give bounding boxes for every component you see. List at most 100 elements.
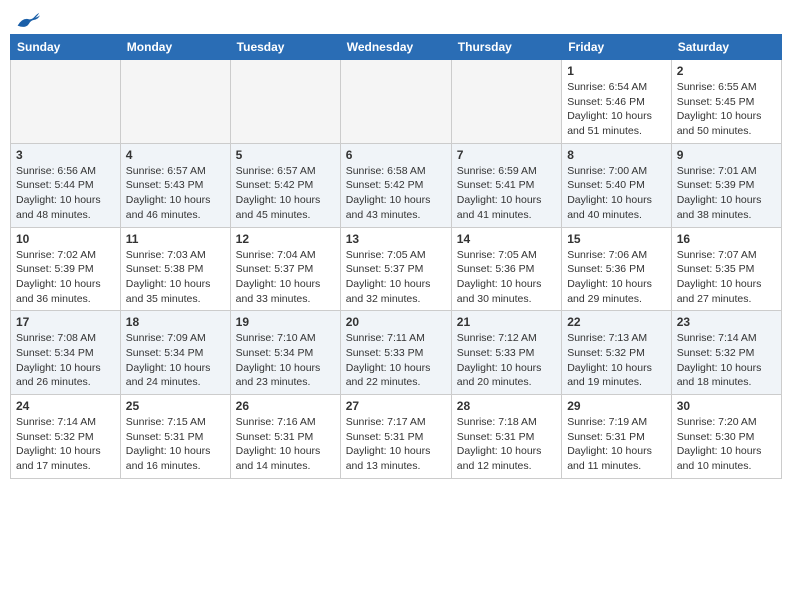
day-number: 6 — [346, 148, 446, 162]
calendar-day: 12 Sunrise: 7:04 AMSunset: 5:37 PMDayligh… — [230, 227, 340, 311]
calendar-day: 19Sunrise: 7:10 AMSunset: 5:34 PMDayligh… — [230, 311, 340, 395]
day-info: Sunrise: 7:14 AMSunset: 5:32 PMDaylight:… — [677, 331, 776, 390]
day-number: 8 — [567, 148, 666, 162]
calendar-day: 21 Sunrise: 7:12 AMSunset: 5:33 PMDayligh… — [451, 311, 561, 395]
day-info: Sunrise: 7:12 AMSunset: 5:33 PMDaylight:… — [457, 331, 556, 390]
day-info: Sunrise: 7:18 AMSunset: 5:31 PMDaylight:… — [457, 415, 556, 474]
calendar-day: 25 Sunrise: 7:15 AMSunset: 5:31 PMDayligh… — [120, 395, 230, 479]
calendar-day — [340, 60, 451, 144]
calendar-day — [230, 60, 340, 144]
day-number: 9 — [677, 148, 776, 162]
day-number: 16 — [677, 232, 776, 246]
day-number: 12 — [236, 232, 335, 246]
calendar-day: 22 Sunrise: 7:13 AMSunset: 5:32 PMDayligh… — [562, 311, 672, 395]
day-info: Sunrise: 7:19 AMSunset: 5:31 PMDaylight:… — [567, 415, 666, 474]
calendar-header-row: SundayMondayTuesdayWednesdayThursdayFrid… — [11, 35, 782, 60]
page-header — [10, 10, 782, 26]
day-info: Sunrise: 7:01 AMSunset: 5:39 PMDaylight:… — [677, 164, 776, 223]
day-info: Sunrise: 6:54 AMSunset: 5:46 PMDaylight:… — [567, 80, 666, 139]
calendar-week-3: 10 Sunrise: 7:02 AMSunset: 5:39 PMDayligh… — [11, 227, 782, 311]
day-info: Sunrise: 7:13 AMSunset: 5:32 PMDaylight:… — [567, 331, 666, 390]
calendar-day: 1 Sunrise: 6:54 AMSunset: 5:46 PMDaylight… — [562, 60, 672, 144]
calendar-day: 9 Sunrise: 7:01 AMSunset: 5:39 PMDaylight… — [671, 143, 781, 227]
calendar-day: 3 Sunrise: 6:56 AMSunset: 5:44 PMDaylight… — [11, 143, 121, 227]
weekday-header-friday: Friday — [562, 35, 672, 60]
calendar-day: 15 Sunrise: 7:06 AMSunset: 5:36 PMDayligh… — [562, 227, 672, 311]
day-info: Sunrise: 7:15 AMSunset: 5:31 PMDaylight:… — [126, 415, 225, 474]
calendar-day: 17Sunrise: 7:08 AMSunset: 5:34 PMDayligh… — [11, 311, 121, 395]
day-number: 26 — [236, 399, 335, 413]
day-info: Sunrise: 7:11 AMSunset: 5:33 PMDaylight:… — [346, 331, 446, 390]
calendar-day: 30 Sunrise: 7:20 AMSunset: 5:30 PMDayligh… — [671, 395, 781, 479]
calendar-day: 11 Sunrise: 7:03 AMSunset: 5:38 PMDayligh… — [120, 227, 230, 311]
calendar-week-2: 3 Sunrise: 6:56 AMSunset: 5:44 PMDaylight… — [11, 143, 782, 227]
day-info: Sunrise: 7:06 AMSunset: 5:36 PMDaylight:… — [567, 248, 666, 307]
day-number: 20 — [346, 315, 446, 329]
calendar-week-5: 24 Sunrise: 7:14 AMSunset: 5:32 PMDayligh… — [11, 395, 782, 479]
calendar-day: 7 Sunrise: 6:59 AMSunset: 5:41 PMDaylight… — [451, 143, 561, 227]
day-number: 3 — [16, 148, 115, 162]
day-number: 21 — [457, 315, 556, 329]
day-number: 1 — [567, 64, 666, 78]
calendar-day: 13Sunrise: 7:05 AMSunset: 5:37 PMDayligh… — [340, 227, 451, 311]
day-info: Sunrise: 7:03 AMSunset: 5:38 PMDaylight:… — [126, 248, 225, 307]
day-info: Sunrise: 6:56 AMSunset: 5:44 PMDaylight:… — [16, 164, 115, 223]
day-info: Sunrise: 7:20 AMSunset: 5:30 PMDaylight:… — [677, 415, 776, 474]
day-info: Sunrise: 7:00 AMSunset: 5:40 PMDaylight:… — [567, 164, 666, 223]
calendar-day: 20 Sunrise: 7:11 AMSunset: 5:33 PMDayligh… — [340, 311, 451, 395]
day-number: 4 — [126, 148, 225, 162]
day-info: Sunrise: 7:07 AMSunset: 5:35 PMDaylight:… — [677, 248, 776, 307]
day-number: 23 — [677, 315, 776, 329]
day-number: 18 — [126, 315, 225, 329]
day-info: Sunrise: 7:04 AMSunset: 5:37 PMDaylight:… — [236, 248, 335, 307]
day-info: Sunrise: 7:05 AMSunset: 5:37 PMDaylight:… — [346, 248, 446, 307]
day-number: 19 — [236, 315, 335, 329]
day-info: Sunrise: 6:57 AMSunset: 5:42 PMDaylight:… — [236, 164, 335, 223]
calendar-day: 5 Sunrise: 6:57 AMSunset: 5:42 PMDaylight… — [230, 143, 340, 227]
day-number: 28 — [457, 399, 556, 413]
calendar-day — [11, 60, 121, 144]
day-number: 24 — [16, 399, 115, 413]
day-info: Sunrise: 7:16 AMSunset: 5:31 PMDaylight:… — [236, 415, 335, 474]
calendar-day: 10 Sunrise: 7:02 AMSunset: 5:39 PMDayligh… — [11, 227, 121, 311]
calendar-table: SundayMondayTuesdayWednesdayThursdayFrid… — [10, 34, 782, 479]
weekday-header-monday: Monday — [120, 35, 230, 60]
weekday-header-wednesday: Wednesday — [340, 35, 451, 60]
calendar-day: 6 Sunrise: 6:58 AMSunset: 5:42 PMDaylight… — [340, 143, 451, 227]
day-number: 10 — [16, 232, 115, 246]
day-info: Sunrise: 6:59 AMSunset: 5:41 PMDaylight:… — [457, 164, 556, 223]
calendar-day: 14Sunrise: 7:05 AMSunset: 5:36 PMDayligh… — [451, 227, 561, 311]
day-number: 29 — [567, 399, 666, 413]
logo-bird-icon — [16, 10, 40, 30]
calendar-day: 27 Sunrise: 7:17 AMSunset: 5:31 PMDayligh… — [340, 395, 451, 479]
day-info: Sunrise: 7:17 AMSunset: 5:31 PMDaylight:… — [346, 415, 446, 474]
calendar-day: 4Sunrise: 6:57 AMSunset: 5:43 PMDaylight… — [120, 143, 230, 227]
calendar-day: 8 Sunrise: 7:00 AMSunset: 5:40 PMDaylight… — [562, 143, 672, 227]
weekday-header-saturday: Saturday — [671, 35, 781, 60]
calendar-day: 2Sunrise: 6:55 AMSunset: 5:45 PMDaylight… — [671, 60, 781, 144]
day-number: 27 — [346, 399, 446, 413]
weekday-header-sunday: Sunday — [11, 35, 121, 60]
day-number: 5 — [236, 148, 335, 162]
day-info: Sunrise: 7:09 AMSunset: 5:34 PMDaylight:… — [126, 331, 225, 390]
day-number: 22 — [567, 315, 666, 329]
calendar-day: 24 Sunrise: 7:14 AMSunset: 5:32 PMDayligh… — [11, 395, 121, 479]
day-info: Sunrise: 6:58 AMSunset: 5:42 PMDaylight:… — [346, 164, 446, 223]
calendar-day: 23 Sunrise: 7:14 AMSunset: 5:32 PMDayligh… — [671, 311, 781, 395]
calendar-day: 26 Sunrise: 7:16 AMSunset: 5:31 PMDayligh… — [230, 395, 340, 479]
day-number: 11 — [126, 232, 225, 246]
calendar-day: 29 Sunrise: 7:19 AMSunset: 5:31 PMDayligh… — [562, 395, 672, 479]
day-number: 7 — [457, 148, 556, 162]
calendar-week-4: 17Sunrise: 7:08 AMSunset: 5:34 PMDayligh… — [11, 311, 782, 395]
day-number: 15 — [567, 232, 666, 246]
day-number: 25 — [126, 399, 225, 413]
calendar-week-1: 1 Sunrise: 6:54 AMSunset: 5:46 PMDaylight… — [11, 60, 782, 144]
calendar-day: 28 Sunrise: 7:18 AMSunset: 5:31 PMDayligh… — [451, 395, 561, 479]
logo — [14, 10, 40, 26]
day-info: Sunrise: 7:05 AMSunset: 5:36 PMDaylight:… — [457, 248, 556, 307]
day-info: Sunrise: 7:14 AMSunset: 5:32 PMDaylight:… — [16, 415, 115, 474]
day-number: 30 — [677, 399, 776, 413]
weekday-header-tuesday: Tuesday — [230, 35, 340, 60]
day-info: Sunrise: 7:02 AMSunset: 5:39 PMDaylight:… — [16, 248, 115, 307]
calendar-day — [120, 60, 230, 144]
